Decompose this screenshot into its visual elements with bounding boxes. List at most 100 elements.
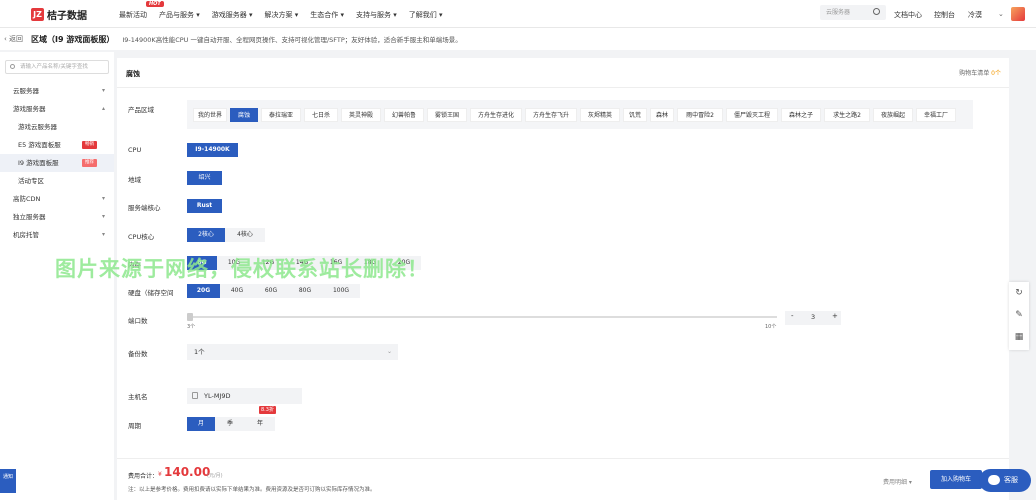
- hostname-input[interactable]: YL-MJ9D: [187, 388, 302, 404]
- page-description: I9-14900K高性能CPU 一键自动开服、全程网页操作、支持可视化管理/SF…: [122, 36, 462, 44]
- sidebar-item-dedicated[interactable]: 独立服务器 ▾: [0, 208, 114, 226]
- nav-search-input[interactable]: 云服务器: [820, 5, 886, 20]
- region-option-selected[interactable]: 腐蚀: [230, 108, 258, 122]
- backup-select[interactable]: 1个 ⌄: [187, 344, 398, 360]
- chevron-down-icon: ⌄: [386, 348, 392, 355]
- nav-item-support[interactable]: 支持与服务 ▾: [356, 10, 397, 20]
- region-option[interactable]: 森林之子: [781, 108, 821, 122]
- sidebar-item-e5-panel[interactable]: E5 游戏面板服 畅销: [0, 136, 114, 154]
- region-option[interactable]: 雨中冒险2: [677, 108, 723, 122]
- backup-value: 1个: [194, 348, 205, 356]
- region-option[interactable]: 灰烬精英: [580, 108, 620, 122]
- sidebar-item-label: 云服务器: [13, 87, 39, 95]
- region-option[interactable]: 饥荒: [623, 108, 647, 122]
- region-option[interactable]: 幸福工厂: [916, 108, 956, 122]
- ports-slider[interactable]: [187, 313, 777, 321]
- plus-button[interactable]: +: [832, 312, 838, 320]
- ports-stepper: - 3 +: [785, 311, 841, 325]
- sidebar-item-cloud-server[interactable]: 云服务器 ▾: [0, 82, 114, 100]
- nav-item-solutions[interactable]: 解决方案 ▾: [265, 10, 299, 20]
- cart-list-link[interactable]: 购物车清单 0个: [959, 68, 1001, 77]
- disk-label: 硬盘（储存空间: [128, 289, 174, 297]
- breadcrumb: ‹ 返回 区域（I9 游戏面板服） I9-14900K高性能CPU 一键自动开服…: [0, 28, 1036, 50]
- back-label: 返回: [9, 35, 24, 43]
- region-option[interactable]: 僵尸毁灭工程: [726, 108, 778, 122]
- nav-menu: 最新活动 产品与服务 ▾ 游戏服务器 ▾ 解决方案 ▾ 生态合作 ▾ 支持与服务…: [119, 10, 443, 20]
- doc-center-link[interactable]: 文档中心: [894, 10, 922, 20]
- region-option[interactable]: 方舟生存飞升: [525, 108, 577, 122]
- region-option[interactable]: 英灵神殿: [341, 108, 381, 122]
- host-label: 主机名: [128, 393, 148, 401]
- chevron-down-icon: ▾: [101, 87, 105, 94]
- logo[interactable]: JZ 桔子数据: [31, 7, 87, 22]
- stepper-value[interactable]: 3: [811, 313, 815, 321]
- ports-label: 端口数: [128, 317, 148, 325]
- customer-service-button[interactable]: 客服: [979, 469, 1031, 492]
- region-label: 产品区域: [128, 106, 154, 114]
- sidebar-item-label: 游戏云服务器: [18, 123, 57, 131]
- disk-option[interactable]: 40G: [220, 284, 254, 298]
- disk-option[interactable]: 60G: [254, 284, 288, 298]
- nav-item-game-servers[interactable]: 游戏服务器 ▾: [212, 10, 253, 20]
- add-to-cart-button[interactable]: 加入购物车: [930, 470, 982, 489]
- region-option[interactable]: 雾锁王国: [427, 108, 467, 122]
- region-option[interactable]: 求生之路2: [824, 108, 870, 122]
- grid-icon[interactable]: ▦: [1009, 326, 1029, 348]
- notice-tab[interactable]: 通知: [0, 469, 16, 493]
- disk-option-selected[interactable]: 20G: [187, 284, 220, 298]
- total-price: 140.00: [164, 465, 211, 479]
- sidebar-search-input[interactable]: 请输入产品名称/关键字查找: [5, 60, 109, 74]
- nav-item-activity[interactable]: 最新活动: [119, 10, 147, 20]
- nav-item-products[interactable]: 产品与服务 ▾: [159, 10, 200, 20]
- slider-max: 10个: [765, 324, 777, 330]
- core-option-selected[interactable]: Rust: [187, 199, 222, 213]
- avatar[interactable]: [1011, 7, 1025, 21]
- sidebar-item-game-cloud[interactable]: 游戏云服务器: [0, 118, 114, 136]
- region-option[interactable]: 泰拉瑞亚: [261, 108, 301, 122]
- hostname-value: YL-MJ9D: [204, 392, 231, 400]
- total-label: 费用合计：: [128, 473, 159, 480]
- area-option-selected[interactable]: 绍兴: [187, 171, 222, 185]
- region-option[interactable]: 夜族崛起: [873, 108, 913, 122]
- price-unit: (元/月): [207, 473, 223, 479]
- core-label: 服务端核心: [128, 204, 161, 212]
- region-option[interactable]: 方舟生存进化: [470, 108, 522, 122]
- sidebar-item-game-server[interactable]: 游戏服务器 ▴: [0, 100, 114, 118]
- chevron-down-icon[interactable]: ⌄: [998, 10, 1004, 18]
- cpu-option-selected[interactable]: I9-14900K: [187, 143, 238, 157]
- refresh-icon[interactable]: ↻: [1009, 282, 1029, 304]
- region-option[interactable]: 我的世界: [193, 108, 227, 122]
- region-selector: 我的世界 腐蚀 泰拉瑞亚 七日杀 英灵神殿 幻兽帕鲁 雾锁王国 方舟生存进化 方…: [187, 100, 973, 129]
- chevron-down-icon: ▾: [101, 195, 105, 202]
- edit-icon[interactable]: ✎: [1009, 304, 1029, 326]
- disk-option[interactable]: 80G: [288, 284, 322, 298]
- region-option[interactable]: 七日杀: [304, 108, 338, 122]
- period-option[interactable]: 年: [245, 417, 275, 431]
- username[interactable]: 冷漠: [968, 10, 982, 20]
- console-link[interactable]: 控制台: [934, 10, 955, 20]
- cart-label: 购物车清单: [959, 70, 990, 77]
- sidebar-item-colocation[interactable]: 机房托管 ▾: [0, 226, 114, 244]
- back-link[interactable]: ‹ 返回: [4, 34, 23, 44]
- cpu-core-option[interactable]: 4核心: [225, 228, 265, 242]
- period-option[interactable]: 季: [215, 417, 245, 431]
- page-title: 区域（I9 游戏面板服）: [31, 34, 115, 44]
- disk-option[interactable]: 100G: [322, 284, 360, 298]
- cpu-core-label: CPU核心: [128, 233, 155, 241]
- server-icon: [192, 392, 198, 399]
- region-option[interactable]: 幻兽帕鲁: [384, 108, 424, 122]
- sidebar-item-cdn[interactable]: 高防CDN ▾: [0, 190, 114, 208]
- period-option-selected[interactable]: 月: [187, 417, 215, 431]
- slider-handle[interactable]: [187, 313, 193, 321]
- sidebar-item-activity[interactable]: 活动专区: [0, 172, 114, 190]
- cost-detail-toggle[interactable]: 费用明细 ▾: [883, 477, 912, 486]
- minus-button[interactable]: -: [791, 312, 794, 320]
- nav-item-ecosystem[interactable]: 生态合作 ▾: [310, 10, 344, 20]
- search-icon[interactable]: [873, 8, 880, 15]
- nav-item-about[interactable]: 了解我们 ▾: [409, 10, 443, 20]
- discount-badge: 8.3折: [259, 406, 276, 414]
- product-title: 腐蚀: [126, 70, 140, 78]
- sidebar-item-i9-panel[interactable]: I9 游戏面板服 推荐: [0, 154, 114, 172]
- region-option[interactable]: 森林: [650, 108, 674, 122]
- cpu-core-option-selected[interactable]: 2核心: [187, 228, 225, 242]
